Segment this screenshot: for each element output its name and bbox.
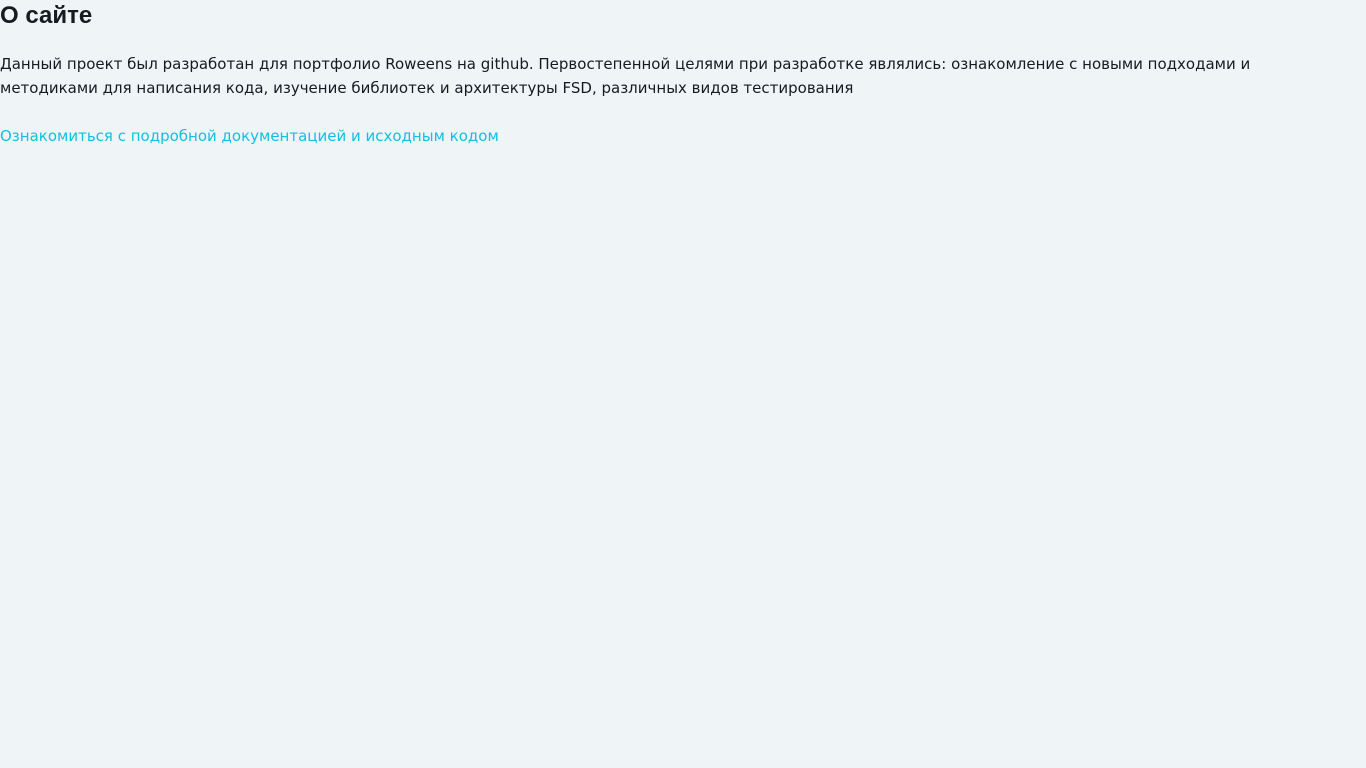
page-title: О сайте — [0, 2, 93, 29]
about-description: Данный проект был разработан для портфол… — [0, 55, 1251, 97]
docs-link[interactable]: Ознакомиться с подробной документацией и… — [0, 124, 499, 148]
about-page: О сайте Данный проект был разработан для… — [0, 0, 1366, 768]
